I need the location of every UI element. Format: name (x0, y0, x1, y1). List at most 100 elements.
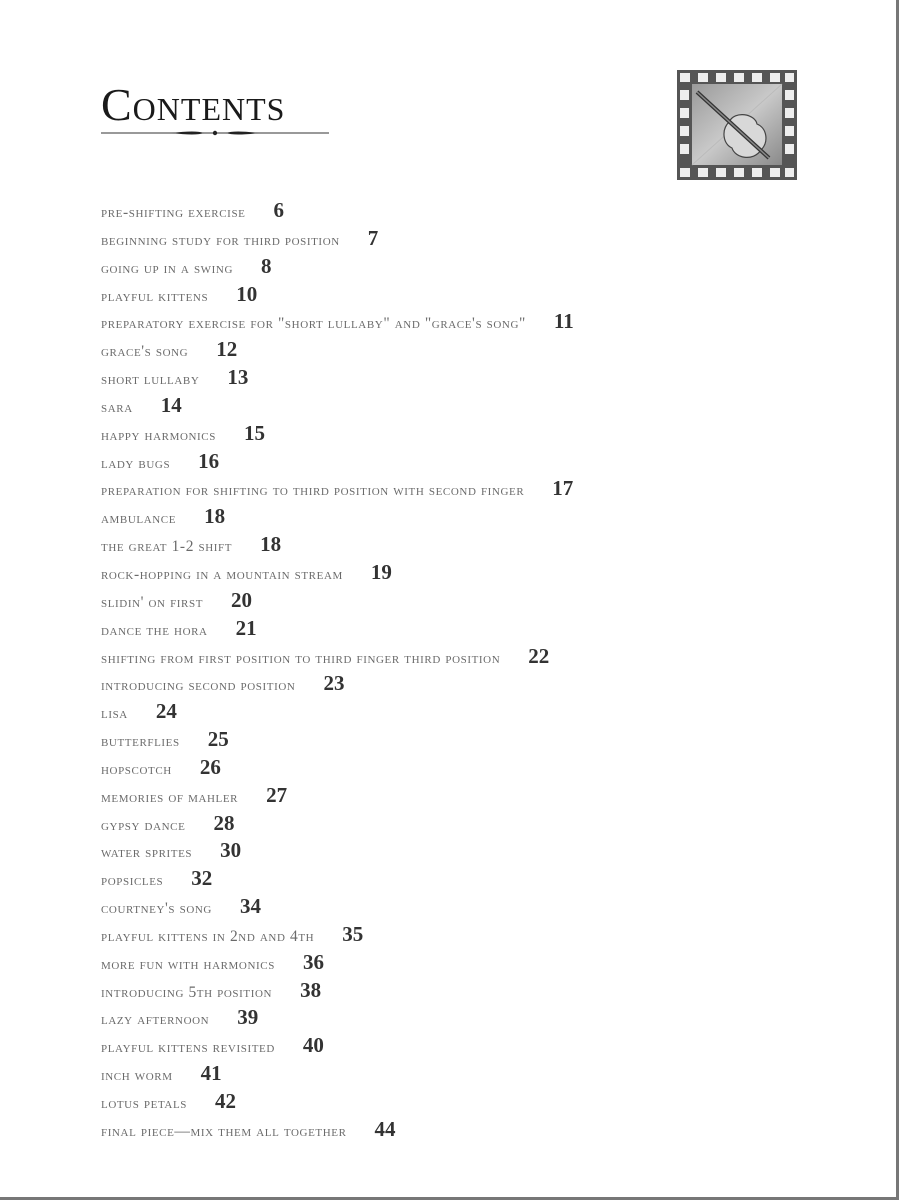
toc-entry[interactable]: More Fun with Harmonics 36 (101, 950, 574, 978)
toc-entry[interactable]: Sara 14 (101, 393, 574, 421)
toc-entry-page-number: 12 (216, 337, 238, 362)
toc-entry[interactable]: Gypsy Dance 28 (101, 811, 574, 839)
toc-entry[interactable]: Lotus Petals 42 (101, 1089, 574, 1117)
toc-entry-title: Pre-Shifting Exercise (101, 204, 246, 221)
toc-entry-page-number: 16 (198, 448, 220, 473)
toc-entry[interactable]: Popsicles 32 (101, 866, 574, 894)
toc-entry-page-number: 26 (199, 754, 221, 779)
toc-entry-title: Water Sprites (101, 844, 193, 862)
toc-entry-page-number: 19 (370, 559, 392, 584)
toc-entry-title: Grace's Song (101, 343, 189, 361)
toc-entry-title: Slidin' on First (101, 593, 204, 611)
toc-entry-title: The Great 1-2 Shift (101, 538, 233, 556)
toc-entry-title: Lady Bugs (101, 454, 171, 472)
toc-entry[interactable]: Butterflies 25 (101, 727, 574, 755)
toc-entry-page-number: 34 (239, 894, 261, 919)
toc-entry-page-number: 36 (302, 949, 324, 974)
toc-entry[interactable]: Beginning Study for Third Position 7 (101, 226, 574, 254)
toc-entry-page-number: 21 (235, 615, 257, 640)
toc-entry[interactable]: Courtney's Song 34 (101, 894, 574, 922)
toc-entry-title: Playful Kittens (101, 287, 209, 305)
toc-entry-title: Dance the Hora (101, 621, 208, 639)
toc-entry[interactable]: Lazy Afternoon 39 (101, 1005, 574, 1033)
toc-entry[interactable]: Playful Kittens Revisited 40 (101, 1033, 574, 1061)
toc-entry-page-number: 10 (236, 281, 258, 306)
toc-entry-title: Introducing 5th Position (101, 983, 273, 1001)
toc-entry-page-number: 35 (342, 921, 364, 946)
toc-entry-page-number: 39 (237, 1005, 259, 1030)
toc-entry[interactable]: Preparatory Exercise for "Short Lullaby"… (101, 309, 574, 337)
toc-entry-page-number: 41 (200, 1061, 222, 1086)
toc-entry-page-number: 7 (367, 225, 379, 250)
toc-entry-title: Playful Kittens in 2nd and 4th (101, 927, 315, 945)
toc-entry[interactable]: Rock-Hopping in a Mountain Stream 19 (101, 560, 574, 588)
toc-entry-page-number: 15 (243, 420, 265, 445)
toc-entry-page-number: 13 (227, 365, 249, 390)
toc-entry[interactable]: Hopscotch 26 (101, 755, 574, 783)
toc-entry[interactable]: Final Piece—Mix Them All Together 44 (101, 1117, 574, 1145)
toc-entry-page-number: 32 (191, 866, 213, 891)
toc-entry-title: Sara (101, 398, 133, 416)
toc-entry[interactable]: Dance the Hora 21 (101, 616, 574, 644)
toc-entry-title: Going Up in a Swing (101, 259, 234, 277)
toc-entry-title: Popsicles (101, 872, 164, 890)
toc-entry-page-number: 18 (204, 504, 226, 529)
toc-entry-page-number: 28 (213, 810, 235, 835)
toc-entry-title: Shifting from First Position to Third Fi… (101, 649, 501, 667)
toc-entry-page-number: 23 (323, 671, 345, 696)
toc-entry-page-number: 38 (300, 977, 322, 1002)
toc-entry-title: Inch Worm (101, 1067, 173, 1085)
toc-entry-title: Lazy Afternoon (101, 1011, 210, 1029)
toc-entry[interactable]: Slidin' on First 20 (101, 588, 574, 616)
toc-entry[interactable]: Playful Kittens 10 (101, 282, 574, 310)
toc-entry-page-number: 44 (374, 1116, 396, 1141)
toc-entry[interactable]: Introducing 5th Position 38 (101, 978, 574, 1006)
toc-entry[interactable]: Shifting from First Position to Third Fi… (101, 644, 574, 672)
toc-entry-page-number: 25 (207, 727, 229, 752)
toc-entry-page-number: 17 (552, 476, 574, 501)
toc-entry-title: More Fun with Harmonics (101, 955, 275, 973)
toc-entry-page-number: 22 (528, 643, 550, 668)
toc-entry[interactable]: Happy Harmonics 15 (101, 421, 574, 449)
toc-entry-title: Beginning Study for Third Position (101, 231, 340, 249)
toc-entry[interactable]: The Great 1-2 Shift 18 (101, 532, 574, 560)
toc-entry[interactable]: Short Lullaby 13 (101, 365, 574, 393)
toc-entry-page-number: 27 (266, 782, 288, 807)
page-title: Contents (101, 79, 286, 130)
table-of-contents: Pre-Shifting Exercise 6 Beginning Study fo… (101, 198, 574, 1145)
toc-entry[interactable]: Lady Bugs 16 (101, 449, 574, 477)
toc-entry[interactable]: Playful Kittens in 2nd and 4th 35 (101, 922, 574, 950)
ornamental-rule-icon (101, 130, 329, 136)
toc-entry-title: Memories of Mahler (101, 788, 239, 806)
toc-entry[interactable]: Memories of Mahler 27 (101, 783, 574, 811)
toc-entry[interactable]: Preparation for Shifting to Third Positi… (101, 476, 574, 504)
toc-entry[interactable]: Water Sprites 30 (101, 838, 574, 866)
toc-entry-page-number: 42 (214, 1089, 236, 1113)
toc-entry[interactable]: Ambulance 18 (101, 504, 574, 532)
toc-entry[interactable]: Going Up in a Swing 8 (101, 254, 574, 282)
toc-entry-title: Happy Harmonics (101, 426, 216, 444)
toc-entry-page-number: 18 (260, 532, 282, 557)
toc-entry-title: Final Piece—Mix Them All Together (101, 1122, 347, 1140)
toc-entry-page-number: 20 (231, 587, 253, 612)
toc-entry-title: Introducing Second Position (101, 677, 296, 695)
toc-entry-title: Hopscotch (101, 760, 172, 778)
toc-entry[interactable]: Introducing Second Position 23 (101, 671, 574, 699)
toc-entry[interactable]: Pre-Shifting Exercise 6 (101, 198, 574, 226)
toc-entry-page-number: 6 (273, 198, 284, 222)
toc-entry-page-number: 24 (155, 699, 177, 724)
violin-tile-icon (677, 70, 797, 180)
toc-entry-title: Butterflies (101, 733, 180, 751)
toc-entry-page-number: 14 (160, 392, 182, 417)
toc-entry-title: Short Lullaby (101, 371, 200, 389)
toc-entry-page-number: 30 (220, 838, 242, 863)
toc-entry-page-number: 8 (261, 253, 272, 278)
toc-entry-title: Ambulance (101, 510, 177, 528)
toc-entry-title: Gypsy Dance (101, 816, 186, 834)
toc-entry-title: Lisa (101, 705, 128, 723)
toc-entry[interactable]: Grace's Song 12 (101, 337, 574, 365)
toc-entry[interactable]: Lisa 24 (101, 699, 574, 727)
toc-entry[interactable]: Inch Worm 41 (101, 1061, 574, 1089)
toc-entry-title: Rock-Hopping in a Mountain Stream (101, 565, 343, 583)
toc-entry-page-number: 40 (302, 1033, 324, 1058)
